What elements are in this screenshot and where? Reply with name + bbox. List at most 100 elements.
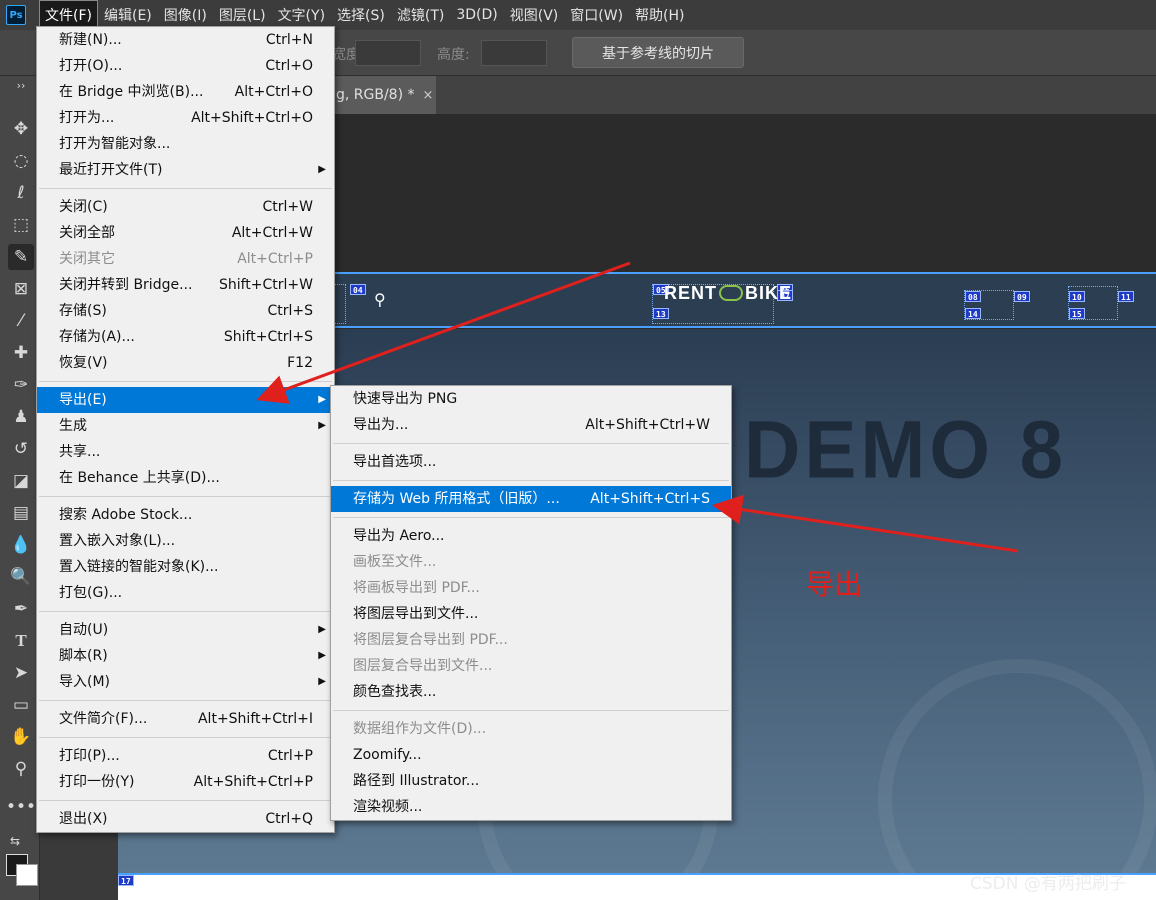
file-menu-item-shortcut: Alt+Shift+Ctrl+I xyxy=(197,711,313,727)
file-menu-item[interactable]: 打开为... Alt+Shift+Ctrl+O xyxy=(37,105,334,131)
brush-tool-icon[interactable]: ✑ xyxy=(8,372,34,398)
file-menu-item[interactable]: 最近打开文件(T) ▶ xyxy=(37,157,334,183)
slices-from-guides-button[interactable]: 基于参考线的切片 xyxy=(572,37,744,68)
file-menu-item[interactable]: 共享... xyxy=(37,439,334,465)
menu-window[interactable]: 窗口(W) xyxy=(565,1,628,29)
file-menu-item[interactable]: 退出(X) Ctrl+Q xyxy=(37,806,334,832)
export-menu-item[interactable]: 存储为 Web 所用格式（旧版）... Alt+Shift+Ctrl+S xyxy=(331,486,731,512)
menu-separator xyxy=(39,800,332,801)
export-menu-item[interactable]: 颜色查找表... xyxy=(331,679,731,705)
export-menu-item-label: 路径到 Illustrator... xyxy=(353,773,480,789)
stamp-tool-icon[interactable]: ♟ xyxy=(8,404,34,430)
menu-separator xyxy=(333,480,729,481)
file-menu-item[interactable]: 恢复(V) F12 xyxy=(37,350,334,376)
marquee-tool-icon[interactable]: ◌ xyxy=(8,148,34,174)
menu-filter[interactable]: 滤镜(T) xyxy=(392,1,449,29)
width-field[interactable] xyxy=(355,40,421,66)
file-menu-item[interactable]: 在 Behance 上共享(D)... xyxy=(37,465,334,491)
height-field[interactable] xyxy=(481,40,547,66)
file-menu-item[interactable]: 打包(G)... xyxy=(37,580,334,606)
menu-type[interactable]: 文字(Y) xyxy=(273,1,330,29)
move-tool-icon[interactable]: ✥ xyxy=(8,116,34,142)
slice-tag: 10 xyxy=(1069,291,1085,302)
dodge-tool-icon[interactable]: 🔍 xyxy=(8,564,34,590)
zoom-tool-icon[interactable]: ⚲ xyxy=(8,756,34,782)
file-menu-item[interactable]: 打印一份(Y) Alt+Shift+Ctrl+P xyxy=(37,769,334,795)
search-icon: ⚲ xyxy=(374,290,386,309)
menu-separator xyxy=(39,700,332,701)
export-menu-item[interactable]: 将图层导出到文件... xyxy=(331,601,731,627)
eraser-tool-icon[interactable]: ◪ xyxy=(8,468,34,494)
menu-select[interactable]: 选择(S) xyxy=(332,1,390,29)
file-menu-item[interactable]: 存储为(A)... Shift+Ctrl+S xyxy=(37,324,334,350)
slice-tool-icon[interactable]: ✎ xyxy=(8,244,34,270)
photoshop-logo[interactable]: Ps xyxy=(6,5,26,25)
file-menu-item[interactable]: 关闭全部 Alt+Ctrl+W xyxy=(37,220,334,246)
menu-view[interactable]: 视图(V) xyxy=(505,1,564,29)
more-tools-icon[interactable]: ••• xyxy=(6,794,36,820)
collapse-icon[interactable]: ›› xyxy=(8,78,34,92)
swap-colors-icon[interactable]: ⇆ xyxy=(2,828,28,854)
menu-help[interactable]: 帮助(H) xyxy=(630,1,689,29)
file-menu-item-shortcut: Ctrl+O xyxy=(265,58,313,74)
menu-3d[interactable]: 3D(D) xyxy=(451,3,502,27)
file-menu-item[interactable]: 置入链接的智能对象(K)... xyxy=(37,554,334,580)
menu-image[interactable]: 图像(I) xyxy=(159,1,212,29)
file-menu-item[interactable]: 关闭并转到 Bridge... Shift+Ctrl+W xyxy=(37,272,334,298)
document-tab[interactable]: g, RGB/8) * × xyxy=(320,76,436,114)
file-menu-item[interactable]: 在 Bridge 中浏览(B)... Alt+Ctrl+O xyxy=(37,79,334,105)
submenu-arrow-icon: ▶ xyxy=(318,394,326,405)
rectangle-tool-icon[interactable]: ▭ xyxy=(8,692,34,718)
path-select-tool-icon[interactable]: ➤ xyxy=(8,660,34,686)
pen-tool-icon[interactable]: ✒ xyxy=(8,596,34,622)
demo-heading: DEMO 8 xyxy=(744,402,1068,496)
gradient-tool-icon[interactable]: ▤ xyxy=(8,500,34,526)
healing-brush-tool-icon[interactable]: ✚ xyxy=(8,340,34,366)
file-menu-item[interactable]: 导出(E) ▶ xyxy=(37,387,334,413)
file-menu-item[interactable]: 生成 ▶ xyxy=(37,413,334,439)
eyedropper-tool-icon[interactable]: ⁄ xyxy=(8,308,34,334)
export-menu-item[interactable]: 导出为... Alt+Shift+Ctrl+W xyxy=(331,412,731,438)
file-menu-item-label: 关闭全部 xyxy=(59,225,115,241)
file-menu-item-shortcut: Ctrl+W xyxy=(262,199,313,215)
object-select-tool-icon[interactable]: ⬚ xyxy=(8,212,34,238)
file-menu-item[interactable]: 关闭(C) Ctrl+W xyxy=(37,194,334,220)
hand-tool-icon[interactable]: ✋ xyxy=(8,724,34,750)
file-menu-item[interactable]: 脚本(R) ▶ xyxy=(37,643,334,669)
close-icon[interactable]: × xyxy=(423,88,434,103)
history-brush-tool-icon[interactable]: ↺ xyxy=(8,436,34,462)
export-submenu: 快速导出为 PNG 导出为... Alt+Shift+Ctrl+W 导出首选项... 存… xyxy=(330,385,732,821)
file-menu-item-shortcut: Ctrl+N xyxy=(265,32,313,48)
export-menu-item-label: 导出为 Aero... xyxy=(353,528,445,544)
export-menu-item[interactable]: Zoomify... xyxy=(331,742,731,768)
file-menu-item[interactable]: 打开(O)... Ctrl+O xyxy=(37,53,334,79)
file-menu-item[interactable]: 搜索 Adobe Stock... xyxy=(37,502,334,528)
file-menu-item[interactable]: 打开为智能对象... xyxy=(37,131,334,157)
blur-tool-icon[interactable]: 💧 xyxy=(8,532,34,558)
menu-separator xyxy=(333,517,729,518)
file-menu-item-label: 置入链接的智能对象(K)... xyxy=(59,559,219,575)
export-menu-item[interactable]: 导出为 Aero... xyxy=(331,523,731,549)
file-menu-item-shortcut: Shift+Ctrl+S xyxy=(223,329,313,345)
file-menu-item[interactable]: 自动(U) ▶ xyxy=(37,617,334,643)
file-menu-item[interactable]: 置入嵌入对象(L)... xyxy=(37,528,334,554)
frame-tool-icon[interactable]: ⊠ xyxy=(8,276,34,302)
file-menu-item[interactable]: 导入(M) ▶ xyxy=(37,669,334,695)
export-menu-item[interactable]: 快速导出为 PNG xyxy=(331,386,731,412)
menu-edit[interactable]: 编辑(E) xyxy=(99,1,157,29)
slice-tag: 11 xyxy=(1118,291,1134,302)
menu-file[interactable]: 文件(F) xyxy=(39,0,98,30)
background-color-swatch[interactable] xyxy=(16,864,38,886)
file-menu-item[interactable]: 存储(S) Ctrl+S xyxy=(37,298,334,324)
file-menu-item[interactable]: 文件简介(F)... Alt+Shift+Ctrl+I xyxy=(37,706,334,732)
type-tool-icon[interactable]: T xyxy=(8,628,34,654)
file-menu-item[interactable]: 新建(N)... Ctrl+N xyxy=(37,27,334,53)
lasso-tool-icon[interactable]: ℓ xyxy=(8,180,34,206)
export-menu-item[interactable]: 导出首选项... xyxy=(331,449,731,475)
export-menu-item[interactable]: 渲染视频... xyxy=(331,794,731,820)
export-menu-item[interactable]: 路径到 Illustrator... xyxy=(331,768,731,794)
file-menu-item[interactable]: 打印(P)... Ctrl+P xyxy=(37,743,334,769)
file-menu-item-shortcut: Alt+Shift+Ctrl+P xyxy=(193,774,313,790)
export-menu-item-label: 导出首选项... xyxy=(353,454,437,470)
menu-layer[interactable]: 图层(L) xyxy=(214,1,271,29)
